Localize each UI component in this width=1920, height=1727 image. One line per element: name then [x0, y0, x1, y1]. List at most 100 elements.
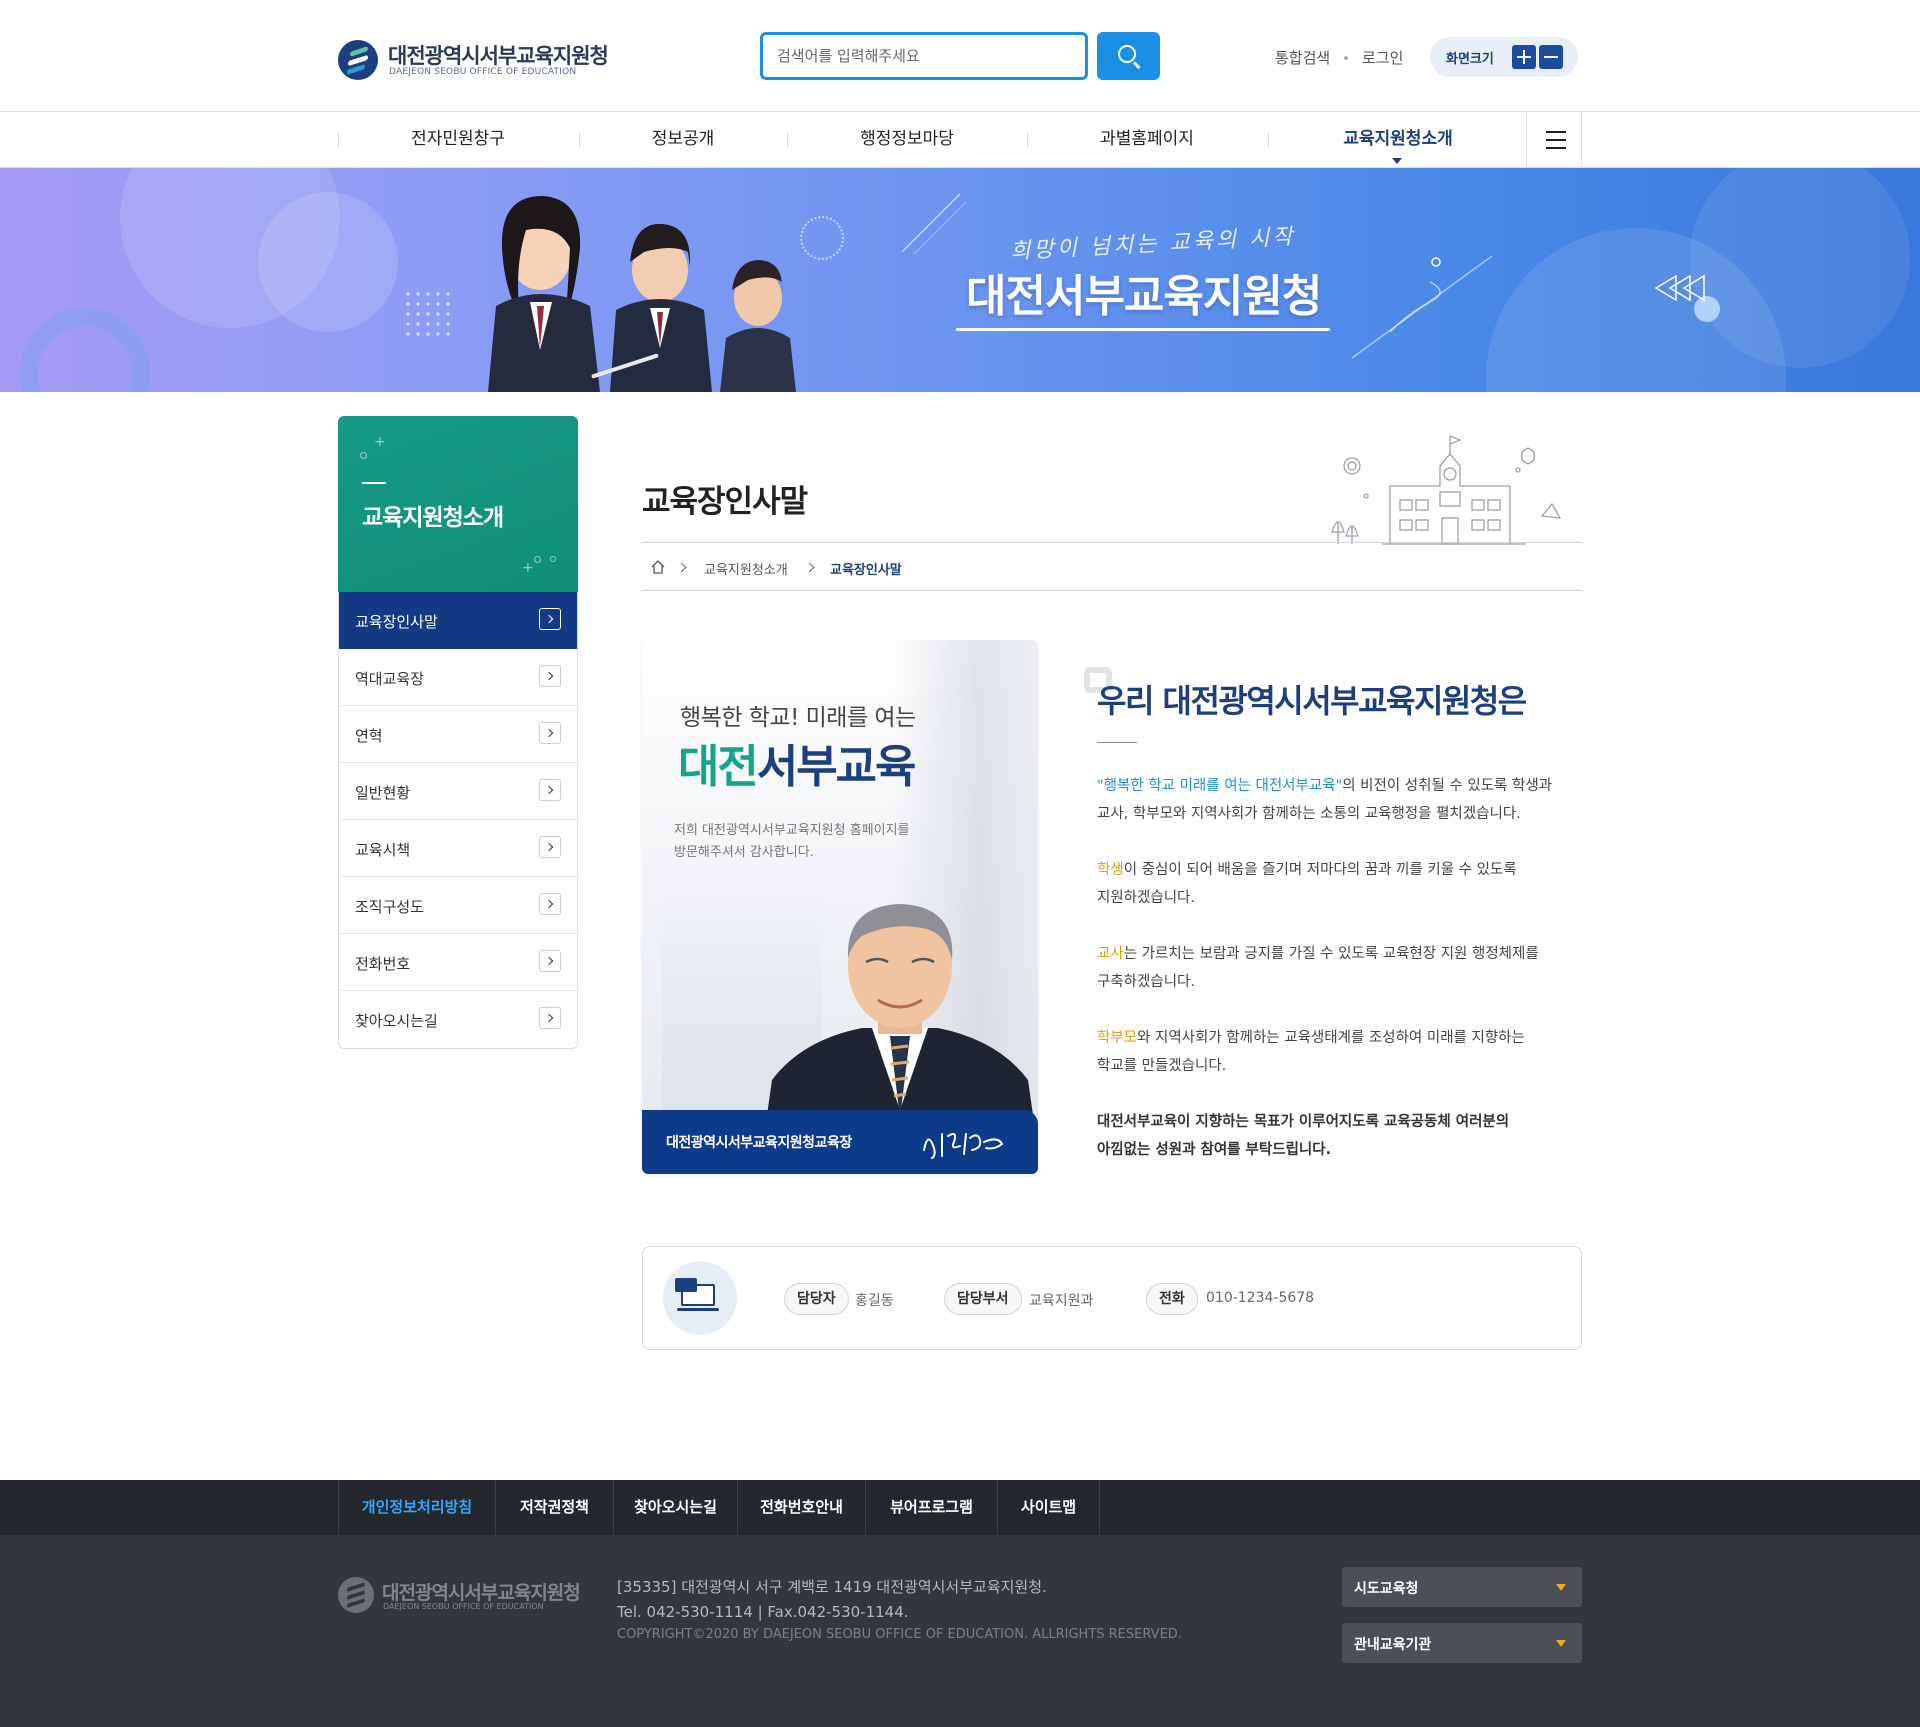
keyword-highlight: 학부모	[1097, 1030, 1138, 1046]
signature-image	[923, 1133, 1004, 1159]
sidebar-item-past-superintendents[interactable]: 역대교육장	[339, 649, 577, 706]
card-subtitle: 행복한 학교! 미래를 여는	[680, 705, 916, 731]
card-desc-line: 저희 대전광역시서부교육지원청 홈페이지를	[674, 823, 910, 838]
nav-item-civil-service[interactable]: 전자민원창구	[338, 112, 578, 167]
zoom-out-button[interactable]	[1539, 45, 1563, 69]
computer-icon	[663, 1261, 737, 1335]
sidebar-item-label: 역대교육장	[355, 670, 425, 688]
chevron-right-icon	[539, 608, 561, 630]
department-label: 담당부서	[944, 1283, 1022, 1315]
nav-item-department-pages[interactable]: 과별홈페이지	[1027, 112, 1267, 167]
logo-english-name: DAEJEON SEOBU OFFICE OF EDUCATION	[389, 67, 577, 77]
select-label: 관내교육기관	[1354, 1637, 1432, 1653]
greeting-paragraph: 학생이 중심이 되어 배움을 즐기며 저마다의 꿈과 끼를 키울 수 있도록 지…	[1097, 856, 1597, 912]
greeting-heading: 우리 대전광역시서부교육지원청은	[1097, 682, 1527, 720]
main-nav: 전자민원창구 정보공개 행정정보마당 과별홈페이지 교육지원청소개	[0, 112, 1920, 168]
footer-links: 개인정보처리방침 저작권정책 찾아오시는길 전화번호안내 뷰어프로그램 사이트맵	[0, 1480, 1920, 1535]
search-button[interactable]	[1097, 32, 1160, 80]
sidebar-item-phone-numbers[interactable]: 전화번호	[339, 934, 577, 991]
banner-subtitle: 희망이 넘치는 교육의 시작	[1009, 224, 1297, 265]
decor-circle	[258, 192, 398, 332]
sidebar-item-label: 일반현황	[355, 784, 411, 802]
paragraph-text: 대전서부교육이 지향하는 목표가 이루어지도록 교육공동체 여러분의	[1097, 1114, 1510, 1130]
arrow-decor-icon	[1654, 274, 1705, 302]
sidebar-item-label: 교육시책	[355, 841, 411, 859]
sidebar-item-org-chart[interactable]: 조직구성도	[339, 877, 577, 934]
decor-lines	[1351, 255, 1493, 359]
copyright-text: COPYRIGHT©2020 BY DAEJEON SEOBU OFFICE O…	[617, 1627, 1182, 1642]
paragraph-text: 와 지역사회가 함께하는 교육생태계를 조성하여 미래를 지향하는	[1137, 1030, 1525, 1046]
all-menu-button[interactable]	[1526, 112, 1582, 167]
sidebar-item-directions[interactable]: 찾아오시는길	[339, 991, 577, 1048]
paragraph-text: 이 중심이 되어 배움을 즐기며 저마다의 꿈과 끼를 키울 수 있도록	[1123, 862, 1517, 878]
hamburger-icon	[1546, 147, 1566, 149]
hamburger-icon	[1546, 131, 1566, 133]
chevron-right-icon	[676, 562, 687, 573]
sidebar-item-history[interactable]: 연혁	[339, 706, 577, 763]
address-text: [35335] 대전광역시 서구 계백로 1419 대전광역시서부교육지원청.	[617, 1578, 1047, 1596]
search-input[interactable]	[763, 35, 1085, 77]
paragraph-text: 의 비전이 성취될 수 있도록 학생과	[1342, 778, 1553, 794]
greeting-paragraph: 학부모와 지역사회가 함께하는 교육생태계를 조성하여 미래를 지향하는 학교를…	[1097, 1024, 1597, 1080]
decor-lines	[901, 193, 967, 255]
footer-logo-english: DAEJEON SEOBU OFFICE OF EDUCATION	[383, 1602, 544, 1611]
sidebar-menu: 교육장인사말 역대교육장 연혁 일반현황 교육시책 조직구성도 전화번호 찾아오…	[338, 592, 578, 1049]
phone-value: 010-1234-5678	[1206, 1290, 1315, 1306]
phone-guide-link[interactable]: 전화번호안내	[738, 1480, 866, 1535]
copyright-policy-link[interactable]: 저작권정책	[496, 1480, 614, 1535]
nav-item-admin-info[interactable]: 행정정보마당	[787, 112, 1027, 167]
vision-highlight: "행복한 학교 미래를 여는 대전서부교육"	[1097, 778, 1343, 794]
directions-link[interactable]: 찾아오시는길	[614, 1480, 738, 1535]
font-size-control: 화면크기	[1430, 37, 1578, 77]
sidebar-item-label: 교육장인사말	[355, 613, 438, 631]
chevron-right-icon	[539, 893, 561, 915]
footer-logo-name: 대전광역시서부교육지원청	[382, 1582, 581, 1604]
chevron-right-icon	[539, 950, 561, 972]
integrated-search-link[interactable]: 통합검색	[1275, 47, 1330, 68]
sub-visual-banner: 희망이 넘치는 교육의 시작 대전서부교육지원청	[0, 168, 1920, 392]
page-manager-info: 담당자 홍길동 담당부서 교육지원과 전화 010-1234-5678	[642, 1246, 1582, 1350]
select-label: 시도교육청	[1354, 1581, 1419, 1597]
decor-dot-grid	[406, 292, 450, 336]
manager-value: 홍길동	[855, 1293, 894, 1309]
chevron-right-icon	[539, 836, 561, 858]
zoom-in-button[interactable]	[1512, 45, 1536, 69]
sitemap-link[interactable]: 사이트맵	[998, 1480, 1100, 1535]
title-dash	[362, 482, 386, 484]
banner-title: 대전서부교육지원청	[966, 271, 1322, 322]
department-value: 교육지원과	[1029, 1293, 1094, 1309]
caret-down-icon	[1556, 1640, 1566, 1647]
util-divider	[1344, 56, 1348, 60]
breadcrumb-item[interactable]: 교육지원청소개	[704, 559, 788, 578]
paragraph-text: 학교를 만들겠습니다.	[1097, 1058, 1227, 1074]
home-icon[interactable]	[650, 559, 666, 575]
nav-item-info-disclosure[interactable]: 정보공개	[563, 112, 803, 167]
sidebar-item-greeting[interactable]: 교육장인사말	[339, 592, 577, 649]
local-institutions-select[interactable]: 관내교육기관	[1342, 1623, 1582, 1663]
provincial-office-select[interactable]: 시도교육청	[1342, 1567, 1582, 1607]
plus-decor-icon: +	[374, 434, 386, 450]
greeting-paragraph: "행복한 학교 미래를 여는 대전서부교육"의 비전이 성취될 수 있도록 학생…	[1097, 772, 1597, 828]
login-link[interactable]: 로그인	[1362, 47, 1403, 68]
viewer-program-link[interactable]: 뷰어프로그램	[866, 1480, 998, 1535]
chevron-right-icon	[539, 1007, 561, 1029]
page-title: 교육장인사말	[642, 484, 808, 520]
sidebar-item-education-policy[interactable]: 교육시책	[339, 820, 577, 877]
sidebar-item-label: 조직구성도	[355, 898, 425, 916]
sidebar-item-label: 전화번호	[355, 955, 411, 973]
left-sidebar: + 교육지원청소개 + 교육장인사말 역대교육장 연혁 일반현황 교육시책 조직	[338, 416, 578, 1049]
manager-label: 담당자	[784, 1283, 849, 1315]
active-caret-icon	[1392, 158, 1402, 164]
paragraph-text: 는 가르치는 보람과 긍지를 가질 수 있도록 교육현장 지원 행정체제를	[1123, 946, 1539, 962]
card-description: 저희 대전광역시서부교육지원청 홈페이지를 방문해주셔서 감사합니다.	[674, 820, 974, 864]
heading-rule	[1097, 742, 1137, 743]
sidebar-item-general-status[interactable]: 일반현황	[339, 763, 577, 820]
privacy-policy-link[interactable]: 개인정보처리방침	[338, 1480, 496, 1535]
keyword-highlight: 교사	[1097, 946, 1124, 962]
sidebar-item-label: 찾아오시는길	[355, 1012, 438, 1030]
site-logo[interactable]: 대전광역시서부교육지원청 DAEJEON SEOBU OFFICE OF EDU…	[338, 38, 609, 82]
hamburger-icon	[1546, 139, 1566, 141]
decor-ring	[20, 308, 150, 392]
card-title-part2: 서부교육	[756, 740, 917, 793]
card-desc-line: 방문해주셔서 감사합니다.	[674, 845, 814, 860]
